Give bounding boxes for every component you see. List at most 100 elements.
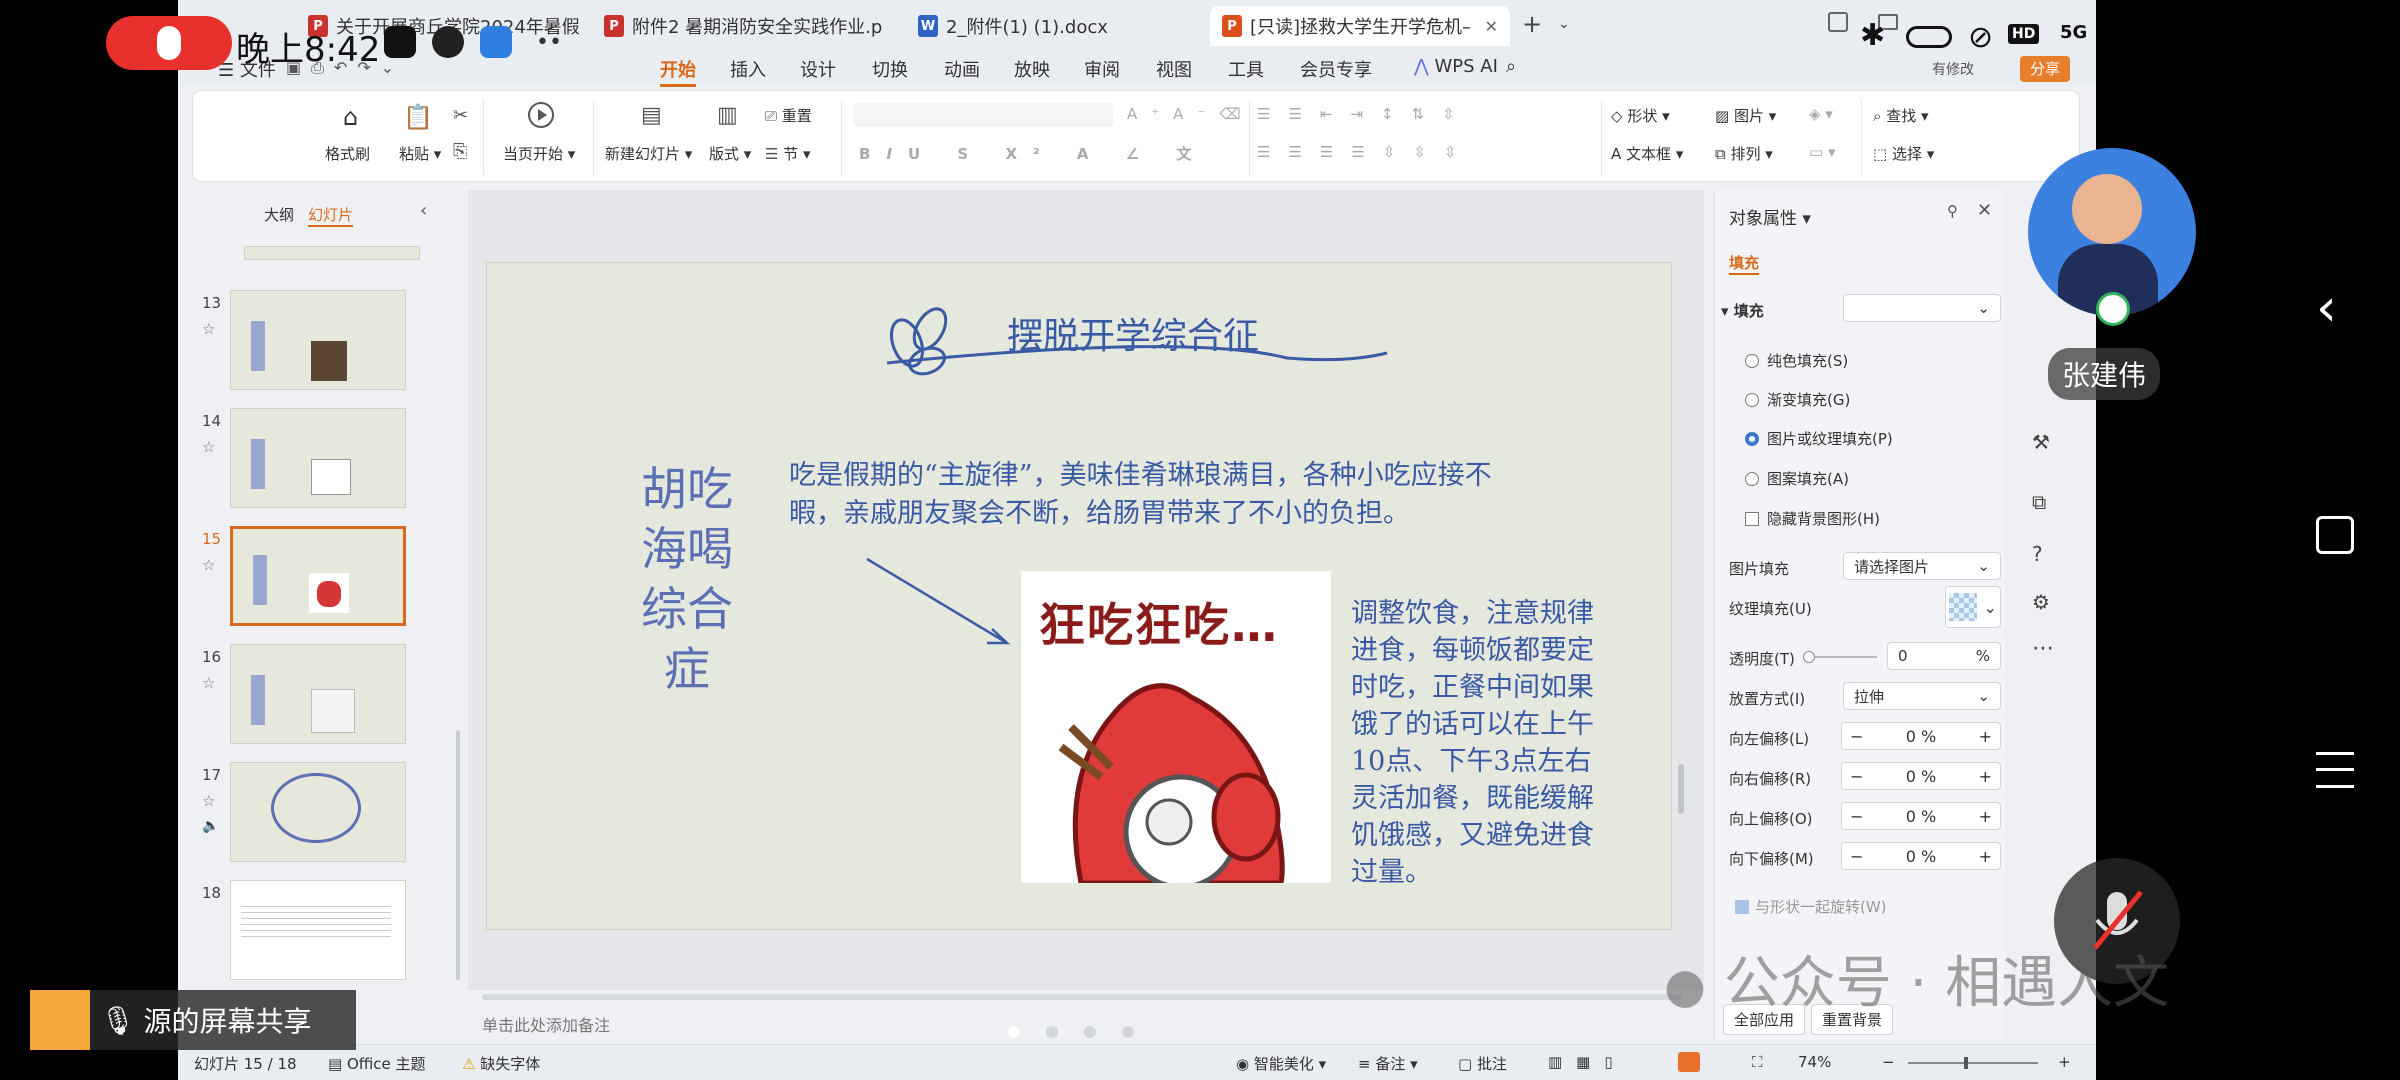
fit-window-icon[interactable]: ⛶ <box>1752 1053 1763 1071</box>
slide-thumbnail-row[interactable]: 16 ☆ <box>192 644 452 746</box>
radio-pattern-fill[interactable]: 图案填充(A) <box>1745 468 1849 489</box>
recents-nav-icon[interactable] <box>2316 752 2354 788</box>
slide-vertical-heading[interactable]: 胡吃 海喝 综合 症 <box>627 459 747 699</box>
slide-thumbnail[interactable] <box>230 408 406 508</box>
plus-icon[interactable]: + <box>1979 727 1992 746</box>
picture-fill-select[interactable]: 请选择图片 ⌄ <box>1843 552 2001 580</box>
find-button[interactable]: ⌕ 查找 ▾ <box>1873 105 1929 126</box>
slide-thumbnail[interactable] <box>230 880 406 980</box>
settings-icon[interactable]: ⚙ <box>2032 590 2050 614</box>
menu-design[interactable]: 设计 <box>800 56 836 82</box>
slide-thumbnail[interactable] <box>230 290 406 390</box>
select-button[interactable]: ⬚ 选择 ▾ <box>1873 143 1934 164</box>
menu-home[interactable]: 开始 <box>660 56 696 87</box>
reset-button[interactable]: ⎚ 重置 <box>765 105 812 126</box>
zoom-in-icon[interactable]: + <box>2058 1053 2071 1071</box>
minus-icon[interactable]: − <box>1850 727 1863 746</box>
slide-thumbnail[interactable] <box>230 762 406 862</box>
arrange-button[interactable]: ⧉ 排列 ▾ <box>1715 143 1773 164</box>
collapse-panel-icon[interactable]: ‹ <box>420 200 427 221</box>
window-restore-icon[interactable] <box>1828 12 1848 32</box>
cut-icon[interactable]: ✂ <box>453 105 468 126</box>
plus-icon[interactable]: + <box>1979 807 1992 826</box>
zoom-handle[interactable] <box>1964 1057 1968 1069</box>
wps-ai-button[interactable]: ⋀ WPS AI <box>1414 56 1498 77</box>
slide-cartoon-image[interactable]: 狂吃狂吃… <box>1021 571 1331 883</box>
zoom-out-icon[interactable]: − <box>1882 1053 1895 1071</box>
slide-thumbnail-row[interactable]: 13 ☆ <box>192 290 452 392</box>
new-slide-button[interactable]: 新建幻灯片 ▾ <box>605 143 692 164</box>
offset-up-stepper[interactable]: − 0 % + <box>1841 802 2001 830</box>
recording-pill[interactable] <box>106 16 232 70</box>
textbox-button[interactable]: A 文本框 ▾ <box>1611 143 1683 164</box>
tab-outline[interactable]: 大纲 <box>264 204 294 225</box>
share-button[interactable]: 分享 <box>2020 56 2071 82</box>
add-tab-icon[interactable]: + <box>1522 10 1542 38</box>
tab-document-3[interactable]: W 2_附件(1) (1).docx <box>906 6 1186 46</box>
transparency-input[interactable]: 0% <box>1887 642 2001 670</box>
radio-picture-texture-fill[interactable]: 图片或纹理填充(P) <box>1745 428 1893 449</box>
tab-fill[interactable]: 填充 <box>1729 252 1760 275</box>
slide-title[interactable]: 摆脱开学综合征 <box>1007 307 1259 359</box>
home-nav-icon[interactable] <box>2316 516 2354 554</box>
offset-down-stepper[interactable]: − 0 % + <box>1841 842 2001 870</box>
plus-icon[interactable]: + <box>1979 767 1992 786</box>
slide-thumbnail-selected[interactable] <box>230 526 406 626</box>
horizontal-scrollbar[interactable] <box>482 994 1682 1000</box>
menu-tools[interactable]: 工具 <box>1228 56 1264 82</box>
paste-button[interactable]: 粘贴 ▾ <box>399 143 441 164</box>
copy-icon[interactable]: ⎘ <box>453 141 467 162</box>
layout-button[interactable]: 版式 ▾ <box>709 143 751 164</box>
placement-select[interactable]: 拉伸 ⌄ <box>1843 682 2001 710</box>
offset-left-stepper[interactable]: − 0 % + <box>1841 722 2001 750</box>
transparency-slider[interactable] <box>1803 651 1877 663</box>
current-slide[interactable]: 摆脱开学综合征 胡吃 海喝 综合 症 吃是假期的“主旋律”，美味佳肴琳琅满目，各… <box>486 262 1672 930</box>
slide-thumbnail-12-partial[interactable] <box>244 246 420 260</box>
hide-bg-checkbox[interactable]: 隐藏背景图形(H) <box>1745 508 1880 529</box>
tab-document-4-active[interactable]: P [只读]拯救大学生开学危机——返 ✕ <box>1210 6 1510 46</box>
minus-icon[interactable]: − <box>1850 767 1863 786</box>
offset-right-stepper[interactable]: − 0 % + <box>1841 762 2001 790</box>
search-icon[interactable]: ⌕ <box>1506 56 1516 77</box>
menu-review[interactable]: 审阅 <box>1084 56 1120 82</box>
tab-document-2[interactable]: P 附件2 暑期消防安全实践作业.pdf <box>592 6 882 46</box>
zoom-level[interactable]: 74% <box>1798 1053 1831 1071</box>
picture-button[interactable]: ▨ 图片 ▾ <box>1715 105 1776 126</box>
zoom-slider[interactable] <box>1908 1057 2038 1069</box>
view-mode-icons[interactable]: ▥▦▯ <box>1548 1053 1627 1071</box>
slide-paragraph-2[interactable]: 调整饮食，注意规律 进食，每顿饭都要定 时吃，正餐中间如果 饿了的话可以在上午 … <box>1351 595 1641 891</box>
missing-font-button[interactable]: ⚠ 缺失字体 <box>462 1053 540 1074</box>
menu-slideshow[interactable]: 放映 <box>1014 56 1050 82</box>
shape-button[interactable]: ◇ 形状 ▾ <box>1611 105 1670 126</box>
slide-thumbnail[interactable] <box>230 644 406 744</box>
back-nav-icon[interactable]: ‹ <box>2316 278 2337 338</box>
effects-icon[interactable]: ⚒ <box>2032 430 2050 454</box>
menu-animations[interactable]: 动画 <box>944 56 980 82</box>
slide-thumbnail-row-selected[interactable]: 15 ☆ <box>192 526 452 628</box>
panel-title[interactable]: 对象属性 ▾ <box>1729 204 1811 229</box>
slider-handle[interactable] <box>1803 651 1815 663</box>
help-icon[interactable]: ? <box>2032 542 2043 566</box>
thumbnail-scrollbar[interactable] <box>456 730 460 980</box>
play-current-button[interactable]: 当页开始 ▾ <box>503 143 575 164</box>
radio-gradient-fill[interactable]: 渐变填充(G) <box>1745 389 1850 410</box>
design-icon[interactable]: ⧉ <box>2032 490 2046 514</box>
slide-thumbnail-row[interactable]: 18 <box>192 880 452 982</box>
rotate-with-shape-checkbox[interactable]: 与形状一起旋转(W) <box>1735 896 1887 917</box>
notes-placeholder[interactable]: 单击此处添加备注 <box>482 1012 610 1036</box>
theme-button[interactable]: ▤ Office 主题 <box>328 1053 426 1074</box>
font-name-select[interactable] <box>853 103 1113 127</box>
slide-paragraph-1[interactable]: 吃是假期的“主旋律”，美味佳肴琳琅满目，各种小吃应接不暇，亲戚朋友聚会不断，给肠… <box>789 457 1539 533</box>
tab-slides[interactable]: 幻灯片 <box>308 204 354 227</box>
minus-icon[interactable]: − <box>1850 847 1863 866</box>
menu-transitions[interactable]: 切换 <box>872 56 908 82</box>
plus-icon[interactable]: + <box>1979 847 1992 866</box>
beautify-button[interactable]: ◉ 智能美化 ▾ <box>1236 1053 1326 1074</box>
vertical-scrollbar[interactable] <box>1678 764 1684 814</box>
slide-thumbnail-row[interactable]: 14 ☆ <box>192 408 452 510</box>
format-painter-button[interactable]: 格式刷 <box>325 143 370 164</box>
play-slideshow-icon[interactable] <box>1678 1052 1700 1072</box>
close-tab-icon[interactable]: ✕ <box>1477 17 1498 36</box>
slide-thumbnail-row[interactable]: 17 ☆ 🔈 <box>192 762 452 864</box>
pin-icon[interactable]: ⚲ <box>1947 202 1958 220</box>
